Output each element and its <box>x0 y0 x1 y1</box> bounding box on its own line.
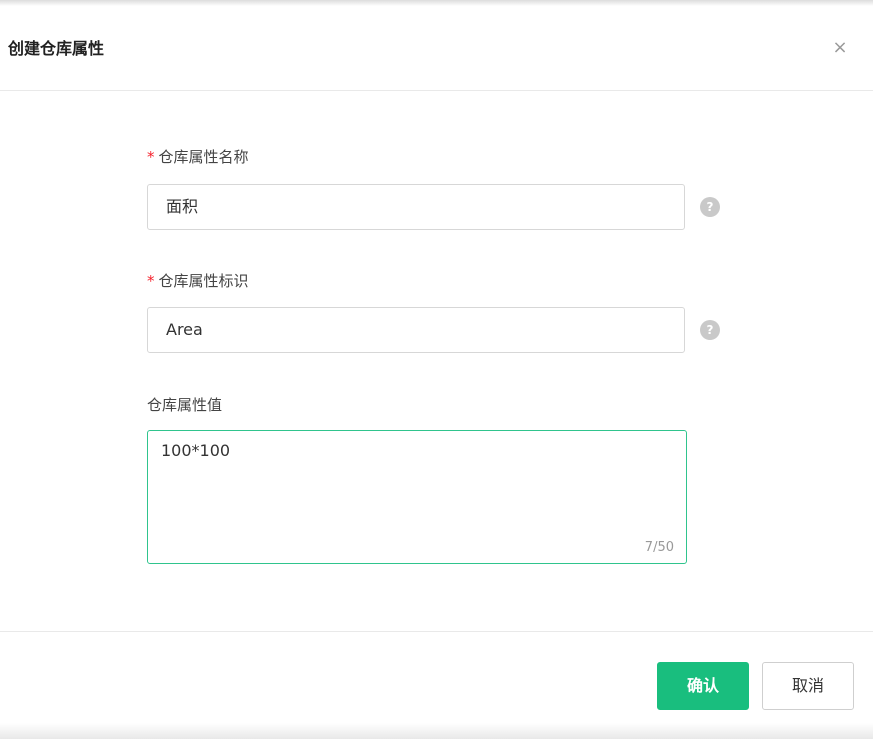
dialog-header: 创建仓库属性 × <box>0 0 873 91</box>
required-mark: * <box>147 272 155 290</box>
confirm-button[interactable]: 确认 <box>657 662 749 710</box>
close-icon[interactable]: × <box>830 38 850 58</box>
footer-divider <box>0 631 873 632</box>
value-field-label: 仓库属性值 <box>147 396 223 414</box>
dialog-title: 创建仓库属性 <box>8 39 105 58</box>
help-circle-icon[interactable]: ? <box>700 320 720 340</box>
value-textarea[interactable]: 100*100 7/50 <box>147 430 687 564</box>
name-label-text: 仓库属性名称 <box>158 148 249 166</box>
cancel-button[interactable]: 取消 <box>762 662 854 710</box>
name-field-label: * 仓库属性名称 <box>147 146 249 167</box>
identifier-label-text: 仓库属性标识 <box>158 272 249 290</box>
value-textarea-text: 100*100 <box>161 441 231 460</box>
identifier-input[interactable]: Area <box>147 307 685 353</box>
help-circle-icon[interactable]: ? <box>700 197 720 217</box>
identifier-field-label: * 仓库属性标识 <box>147 270 249 291</box>
character-counter: 7/50 <box>644 540 674 555</box>
required-mark: * <box>147 148 155 166</box>
name-input[interactable]: 面积 <box>147 184 685 230</box>
background-strip-bottom <box>0 723 873 739</box>
